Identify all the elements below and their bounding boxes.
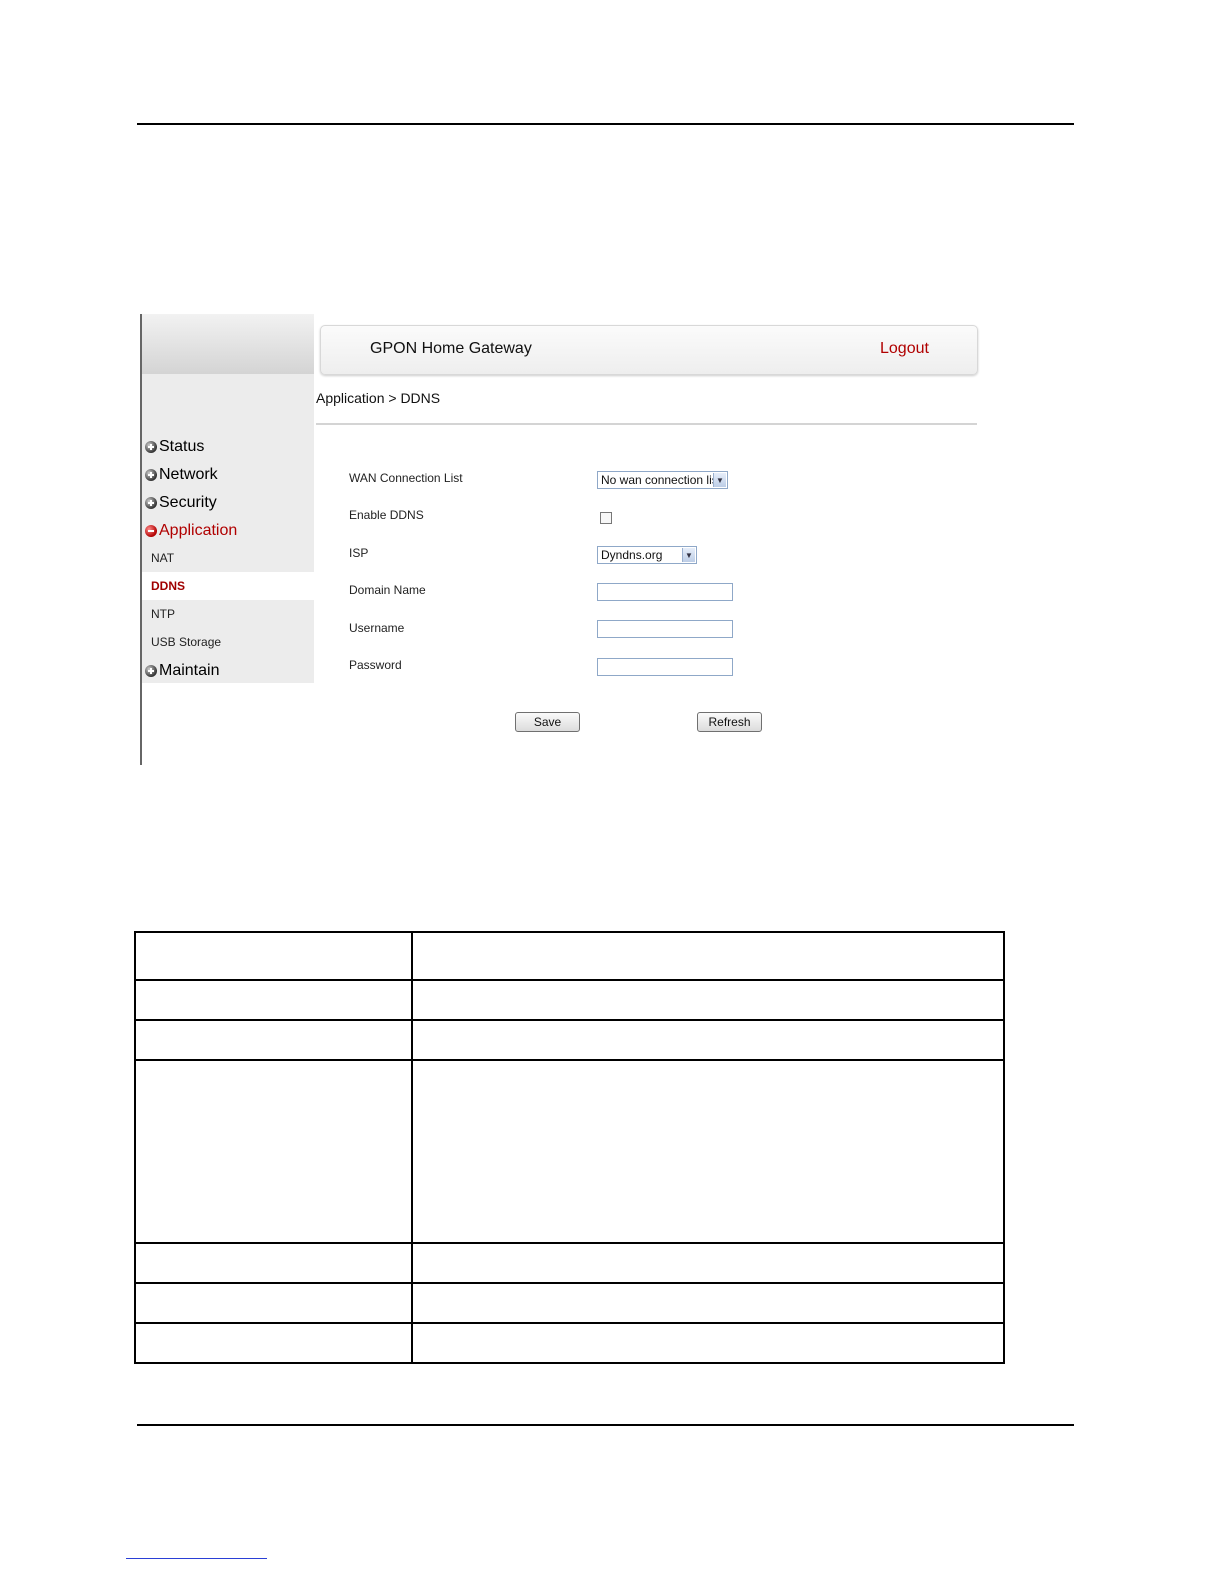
header-rule <box>137 123 1074 125</box>
password-label: Password <box>349 658 402 672</box>
save-button[interactable]: Save <box>515 712 580 732</box>
sidebar-item-label: Security <box>159 494 217 511</box>
sidebar-subitem-usb-storage[interactable]: USB Storage <box>142 628 314 656</box>
sidebar-item-label: Application <box>159 522 238 539</box>
table-cell <box>411 979 1005 1021</box>
app-title: GPON Home Gateway <box>370 340 532 357</box>
plus-circle-icon <box>145 497 157 509</box>
table-row <box>134 1322 1005 1364</box>
sidebar-item-label: Maintain <box>159 662 220 679</box>
breadcrumb: Application > DDNS <box>316 390 441 406</box>
sidebar-subitem-ddns[interactable]: DDNS <box>142 572 314 600</box>
sidebar-subitem-ntp[interactable]: NTP <box>142 600 314 628</box>
footer-link-underline <box>126 1558 267 1559</box>
sidebar-subitem-label: USB Storage <box>151 635 222 649</box>
table-cell <box>134 1322 413 1364</box>
breadcrumb-divider <box>316 423 977 425</box>
table-cell <box>134 1019 413 1061</box>
isp-select[interactable]: Dyndns.org ▼ <box>597 546 697 564</box>
logout-link[interactable]: Logout <box>880 340 929 358</box>
wan-connection-select[interactable]: No wan connection list ▼ <box>597 471 728 489</box>
table-cell <box>134 1242 413 1284</box>
table-row <box>134 1242 1005 1284</box>
table-row <box>134 1282 1005 1324</box>
parameter-table <box>134 931 1005 1364</box>
sidebar-subitem-label: DDNS <box>151 579 186 593</box>
username-label: Username <box>349 621 405 635</box>
table-row <box>134 931 1005 981</box>
plus-circle-icon <box>145 469 157 481</box>
table-row <box>134 979 1005 1021</box>
sidebar-item-security[interactable]: Security <box>142 491 217 515</box>
table-row <box>134 1019 1005 1061</box>
plus-circle-icon <box>145 441 157 453</box>
sidebar-subitem-nat[interactable]: NAT <box>142 544 314 572</box>
table-cell <box>134 931 413 981</box>
isp-label: ISP <box>349 546 369 560</box>
table-cell <box>134 1059 413 1244</box>
sidebar-logo-area <box>142 314 314 374</box>
sidebar-item-network[interactable]: Network <box>142 463 218 487</box>
sidebar-subitem-label: NTP <box>151 607 175 621</box>
table-cell <box>411 1322 1005 1364</box>
sidebar-nav: Status Network Security Application NAT … <box>142 374 314 683</box>
minus-circle-icon <box>145 525 157 537</box>
plus-circle-icon <box>145 665 157 677</box>
table-cell <box>411 1019 1005 1061</box>
enable-ddns-checkbox[interactable] <box>600 512 612 524</box>
chevron-down-icon[interactable]: ▼ <box>713 473 726 487</box>
table-cell <box>411 931 1005 981</box>
wan-connection-value: No wan connection list <box>601 473 722 487</box>
table-row <box>134 1059 1005 1244</box>
sidebar-item-label: Network <box>159 466 218 483</box>
footer-rule <box>137 1424 1074 1426</box>
sidebar-item-label: Status <box>159 438 205 455</box>
username-input[interactable] <box>597 620 733 638</box>
table-cell <box>411 1242 1005 1284</box>
domain-name-input[interactable] <box>597 583 733 601</box>
refresh-button[interactable]: Refresh <box>697 712 762 732</box>
sidebar-item-maintain[interactable]: Maintain <box>142 659 219 683</box>
password-input[interactable] <box>597 658 733 676</box>
sidebar-item-application[interactable]: Application <box>142 519 237 543</box>
enable-ddns-label: Enable DDNS <box>349 508 424 522</box>
sidebar-item-status[interactable]: Status <box>142 435 204 459</box>
table-cell <box>411 1282 1005 1324</box>
sidebar-subitem-label: NAT <box>151 551 175 565</box>
table-cell <box>134 1282 413 1324</box>
domain-name-label: Domain Name <box>349 583 426 597</box>
chevron-down-icon[interactable]: ▼ <box>682 548 695 562</box>
table-cell <box>411 1059 1005 1244</box>
isp-value: Dyndns.org <box>601 548 663 562</box>
wan-connection-label: WAN Connection List <box>349 471 463 485</box>
table-cell <box>134 979 413 1021</box>
